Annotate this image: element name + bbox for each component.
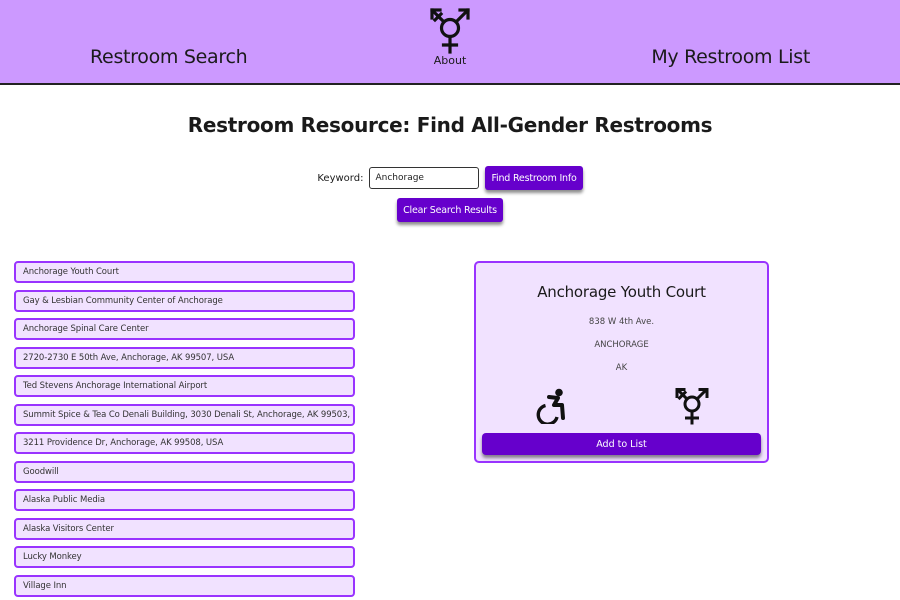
top-navbar: Restroom Search About My Restroom List bbox=[0, 0, 900, 85]
result-item[interactable]: Lucky Monkey bbox=[14, 546, 355, 568]
keyword-input[interactable] bbox=[369, 167, 480, 189]
find-restroom-button[interactable]: Find Restroom Info bbox=[485, 166, 583, 190]
result-item[interactable]: Summit Spice & Tea Co Denali Building, 3… bbox=[14, 403, 355, 426]
result-item[interactable]: Anchorage Youth Court bbox=[14, 261, 355, 283]
result-item[interactable]: 2720-2730 E 50th Ave, Anchorage, AK 9950… bbox=[14, 346, 355, 369]
result-item[interactable]: Alaska Public Media bbox=[14, 489, 355, 511]
nav-restroom-search[interactable]: Restroom Search bbox=[90, 46, 248, 68]
page-title: Restroom Resource: Find All-Gender Restr… bbox=[187, 113, 713, 137]
transgender-symbol-icon bbox=[675, 387, 709, 425]
add-to-list-button[interactable]: Add to List bbox=[482, 433, 761, 455]
result-item[interactable]: Gay & Lesbian Community Center of Anchor… bbox=[14, 289, 355, 312]
results-list: Anchorage Youth Court Gay & Lesbian Comm… bbox=[14, 261, 355, 597]
result-item[interactable]: 3211 Providence Dr, Anchorage, AK 99508,… bbox=[14, 432, 355, 454]
wheelchair-accessible-icon bbox=[536, 388, 565, 424]
clear-results-button[interactable]: Clear Search Results bbox=[397, 198, 503, 222]
result-item[interactable]: Alaska Visitors Center bbox=[14, 517, 355, 540]
result-item[interactable]: Village Inn bbox=[14, 574, 355, 597]
search-row: Keyword: Find Restroom Info bbox=[0, 166, 900, 190]
restroom-name: Anchorage Youth Court bbox=[537, 283, 706, 301]
clear-row: Clear Search Results bbox=[0, 198, 900, 222]
nav-about-label: About bbox=[433, 54, 467, 67]
result-item[interactable]: Goodwill bbox=[14, 460, 355, 483]
restroom-detail-card: Anchorage Youth Court 838 W 4th Ave. ANC… bbox=[474, 261, 769, 463]
transgender-symbol-icon bbox=[430, 8, 470, 54]
nav-about[interactable]: About bbox=[428, 6, 472, 67]
result-item[interactable]: Anchorage Spinal Care Center bbox=[14, 318, 355, 340]
result-item[interactable]: Ted Stevens Anchorage International Airp… bbox=[14, 375, 355, 397]
nav-my-restroom-list[interactable]: My Restroom List bbox=[651, 46, 810, 68]
keyword-label: Keyword: bbox=[317, 172, 364, 184]
restroom-street: 838 W 4th Ave. bbox=[588, 317, 655, 327]
restroom-city: ANCHORAGE bbox=[594, 340, 649, 350]
restroom-state: AK bbox=[615, 363, 628, 373]
